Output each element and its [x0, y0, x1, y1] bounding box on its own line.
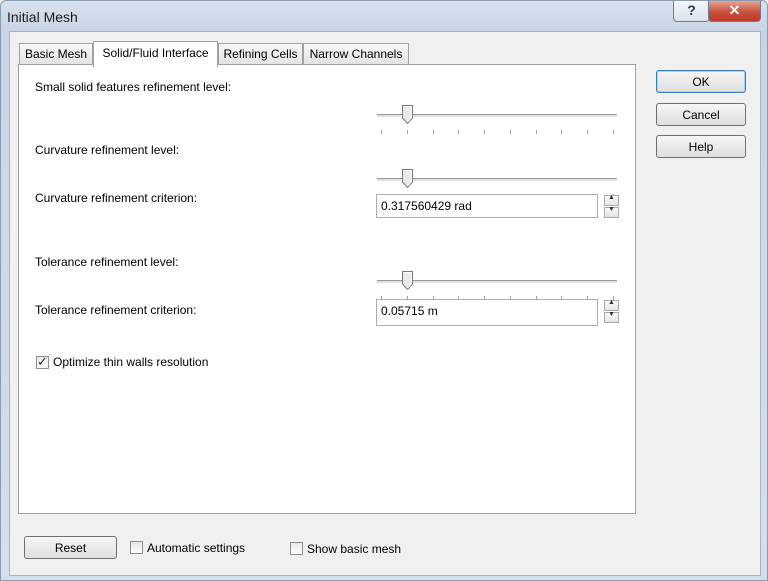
slider-tick — [613, 130, 614, 134]
dialog-client: Basic Mesh Solid/Fluid Interface Refinin… — [9, 31, 761, 576]
tab-refining-cells[interactable]: Refining Cells — [218, 43, 303, 65]
slider-tick — [535, 130, 537, 134]
checkmark-icon: ✓ — [37, 354, 48, 369]
slider-track — [377, 280, 617, 284]
curvature-criterion-label: Curvature refinement criterion: — [35, 191, 198, 205]
cancel-button[interactable]: Cancel — [656, 103, 746, 126]
curvature-level-label: Curvature refinement level: — [35, 143, 180, 157]
tab-basic-mesh[interactable]: Basic Mesh — [19, 43, 93, 65]
window-title: Initial Mesh — [7, 9, 78, 25]
tab-solid-fluid-interface[interactable]: Solid/Fluid Interface — [93, 41, 218, 67]
slider-tick — [587, 130, 589, 134]
slider-track — [377, 178, 617, 182]
help-button[interactable]: Help — [656, 135, 746, 158]
spin-up-icon: ▲ — [608, 194, 615, 201]
slider-tick — [381, 130, 382, 134]
dialog-window: Initial Mesh ? ✕ Basic Mesh Solid/Fluid … — [0, 0, 768, 581]
thin-walls-label[interactable]: Optimize thin walls resolution — [53, 355, 208, 369]
slider-thumb[interactable] — [401, 105, 413, 125]
slider-tick — [484, 130, 486, 134]
slider-tick — [561, 130, 563, 134]
ok-button[interactable]: OK — [656, 70, 746, 93]
tolerance-spin-up[interactable]: ▲ — [604, 299, 619, 311]
spin-up-icon: ▲ — [608, 299, 615, 306]
slider-tick — [406, 130, 408, 134]
small-solid-label: Small solid features refinement level: — [35, 80, 232, 94]
show-basic-mesh-label[interactable]: Show basic mesh — [307, 542, 401, 556]
tab-narrow-channels[interactable]: Narrow Channels — [303, 43, 409, 65]
slider-thumb[interactable] — [401, 271, 413, 291]
slider-thumb[interactable] — [401, 169, 413, 189]
tolerance-level-label: Tolerance refinement level: — [35, 255, 179, 269]
question-icon: ? — [687, 2, 696, 18]
tolerance-spin-down[interactable]: ▼ — [604, 311, 619, 323]
small-solid-slider[interactable] — [377, 105, 617, 145]
curvature-spin-up[interactable]: ▲ — [604, 194, 619, 206]
thin-walls-checkbox[interactable]: ✓ — [36, 354, 49, 369]
tab-panel: Small solid features refinement level: C… — [18, 64, 636, 514]
reset-button[interactable]: Reset — [24, 536, 117, 559]
slider-tick — [509, 130, 511, 134]
slider-tick — [458, 130, 460, 134]
slider-track — [377, 114, 617, 118]
show-basic-mesh-checkbox[interactable] — [290, 542, 303, 555]
slider-tick — [432, 130, 434, 134]
automatic-settings-checkbox[interactable] — [130, 541, 143, 554]
tolerance-criterion-field[interactable]: 0.05715 m — [376, 299, 598, 326]
help-title-button[interactable]: ? — [673, 1, 710, 22]
tolerance-criterion-label: Tolerance refinement criterion: — [35, 303, 197, 317]
close-icon: ✕ — [728, 2, 741, 18]
spin-down-icon: ▼ — [608, 311, 615, 318]
close-button[interactable]: ✕ — [708, 1, 761, 22]
curvature-spin-down[interactable]: ▼ — [604, 206, 619, 218]
curvature-criterion-field[interactable]: 0.317560429 rad — [376, 194, 598, 218]
spin-down-icon: ▼ — [608, 206, 615, 213]
automatic-settings-label[interactable]: Automatic settings — [147, 541, 245, 555]
